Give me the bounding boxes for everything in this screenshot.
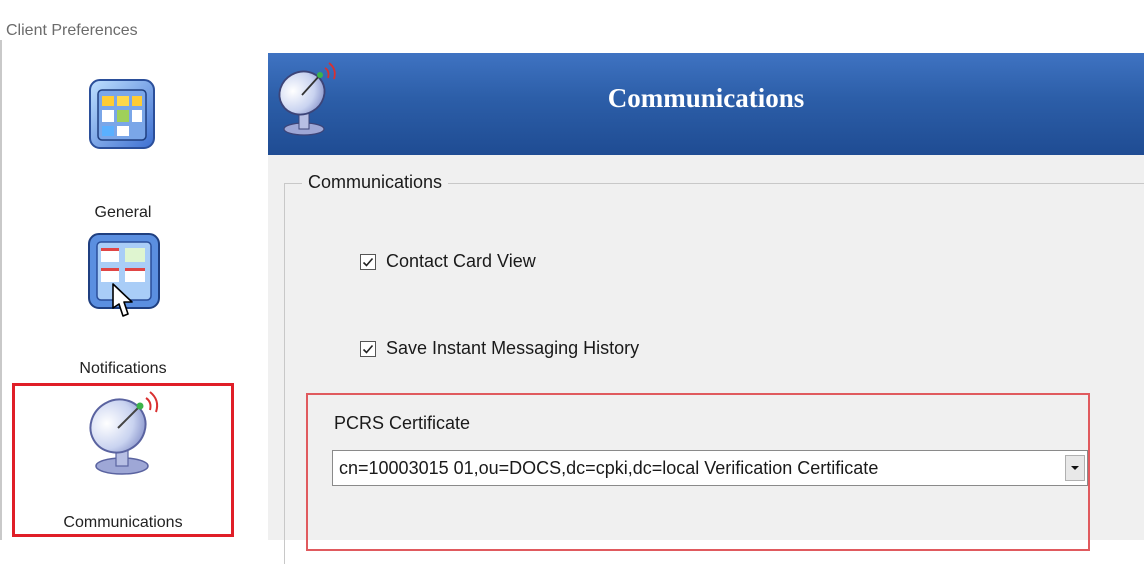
pcrs-certificate-select[interactable]: cn=10003015 01,ou=DOCS,dc=cpki,dc=local … (332, 450, 1088, 486)
checkbox-label: Contact Card View (386, 251, 536, 271)
checkbox-box[interactable] (360, 340, 376, 357)
page-title: Communications (607, 83, 805, 113)
window-title: Client Preferences (6, 22, 138, 39)
dropdown-button[interactable] (1065, 455, 1085, 481)
check-mark-icon (362, 257, 374, 267)
pcrs-certificate-label: PCRS Certificate (334, 413, 471, 433)
sidebar-item-label: Notifications (79, 360, 167, 377)
notifications-icon (12, 228, 234, 326)
select-value: cn=10003015 01,ou=DOCS,dc=cpki,dc=local … (339, 458, 879, 478)
sidebar-border (0, 40, 2, 540)
sidebar-item-label: General (94, 204, 152, 221)
sidebar-item-notifications[interactable]: Notifications (12, 228, 234, 380)
checkbox-box[interactable] (360, 253, 376, 270)
checkbox-label: Save Instant Messaging History (386, 338, 640, 358)
groupbox-title: Communications (302, 172, 449, 193)
check-mark-icon (362, 344, 374, 354)
section-header: Communications (268, 53, 1144, 155)
content-panel: Communications Communications Contact Ca… (268, 53, 1144, 564)
sidebar-item-general[interactable]: General (12, 62, 234, 230)
save-im-history-checkbox[interactable]: Save Instant Messaging History (360, 338, 639, 359)
sidebar-item-communications[interactable]: Communications (12, 383, 234, 537)
general-icon (12, 76, 234, 152)
satellite-dish-icon (15, 388, 231, 476)
chevron-down-icon (1071, 466, 1079, 470)
sidebar-item-label: Communications (63, 514, 183, 531)
contact-card-view-checkbox[interactable]: Contact Card View (360, 251, 536, 272)
